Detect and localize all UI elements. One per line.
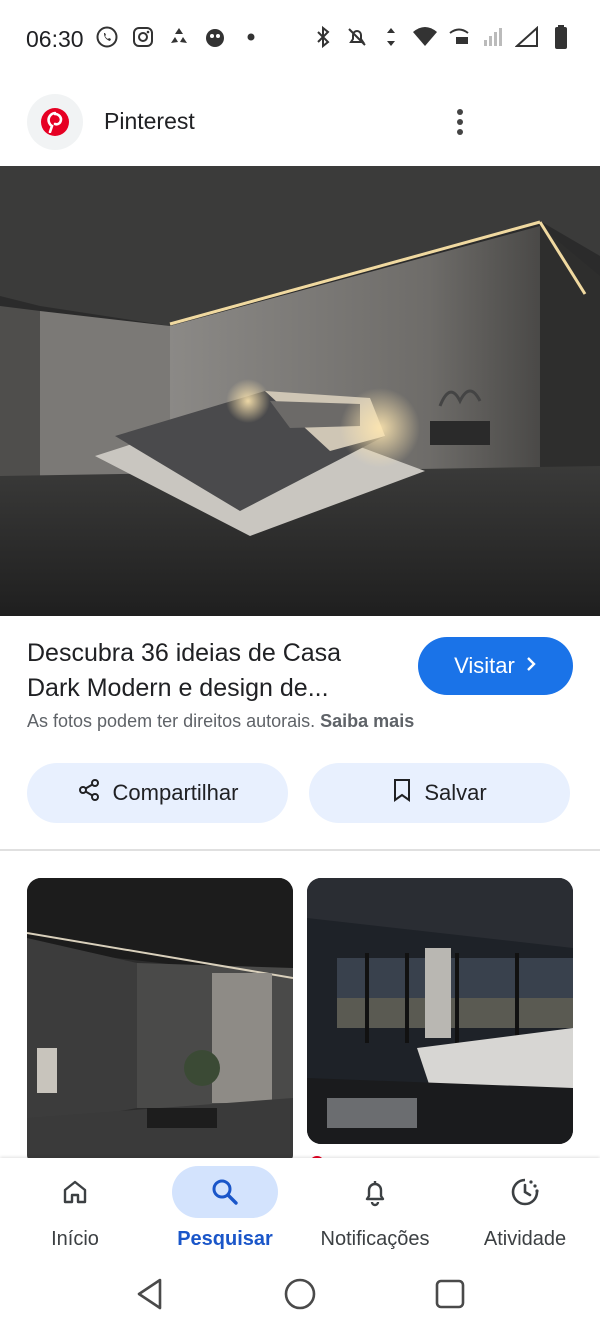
data-arrows-icon — [378, 24, 404, 50]
nav-notificacoes[interactable]: Notificações — [300, 1158, 450, 1258]
hero-image[interactable] — [0, 166, 600, 616]
nav-label: Início — [51, 1228, 99, 1250]
recycle-icon — [166, 24, 192, 50]
search-icon — [172, 1166, 278, 1218]
dot-icon — [238, 24, 264, 50]
instagram-icon — [130, 24, 156, 50]
nav-label: Notificações — [320, 1228, 430, 1250]
bell-icon — [322, 1166, 428, 1218]
share-icon — [77, 778, 101, 808]
result-title[interactable]: Descubra 36 ideias de Casa Dark Modern e… — [27, 636, 397, 706]
home-icon — [22, 1166, 128, 1218]
copyright-notice: As fotos podem ter direitos autorais. Sa… — [27, 711, 414, 732]
more-vert-icon[interactable] — [442, 104, 478, 140]
bottom-navigation: Início Pesquisar Notificações Atividade — [0, 1158, 600, 1258]
notification-icons — [94, 24, 264, 50]
copyright-text: As fotos podem ter direitos autorais. — [27, 711, 316, 731]
wifi-calling-icon — [446, 24, 472, 50]
related-image-card[interactable] — [307, 878, 573, 1144]
bookmark-icon — [392, 778, 412, 808]
share-label: Compartilhar — [112, 780, 239, 805]
site-logo[interactable] — [27, 94, 83, 150]
system-icons — [310, 24, 574, 50]
recents-icon[interactable] — [430, 1274, 470, 1314]
status-time: 06:30 — [26, 26, 84, 52]
whatsapp-icon — [94, 24, 120, 50]
chevron-right-icon — [525, 653, 537, 679]
nav-atividade[interactable]: Atividade — [450, 1158, 600, 1258]
share-button[interactable]: Compartilhar — [27, 763, 288, 823]
visit-button[interactable]: Visitar — [418, 637, 573, 695]
save-label: Salvar — [424, 780, 487, 805]
site-name[interactable]: Pinterest — [104, 108, 195, 135]
divider — [0, 849, 600, 851]
nav-pesquisar[interactable]: Pesquisar — [150, 1158, 300, 1258]
save-button[interactable]: Salvar — [309, 763, 570, 823]
system-navigation-bar — [0, 1258, 600, 1333]
app-header: Pinterest — [0, 94, 600, 152]
status-bar: 06:30 — [0, 0, 600, 80]
signal-icon — [480, 24, 506, 50]
bluetooth-icon — [310, 24, 336, 50]
activity-icon — [472, 1166, 578, 1218]
back-icon[interactable] — [130, 1274, 170, 1314]
nav-inicio[interactable]: Início — [0, 1158, 150, 1258]
wifi-icon — [412, 24, 438, 50]
learn-more-link[interactable]: Saiba mais — [320, 711, 414, 731]
pinterest-logo-icon — [41, 108, 69, 136]
signal-empty-icon — [514, 24, 540, 50]
app-icon — [202, 24, 228, 50]
nav-label: Atividade — [483, 1228, 567, 1250]
visit-label: Visitar — [454, 653, 515, 678]
home-circle-icon[interactable] — [280, 1274, 320, 1314]
mute-icon — [344, 24, 370, 50]
nav-label: Pesquisar — [177, 1228, 273, 1250]
battery-icon — [548, 24, 574, 50]
related-image-card[interactable] — [27, 878, 293, 1168]
